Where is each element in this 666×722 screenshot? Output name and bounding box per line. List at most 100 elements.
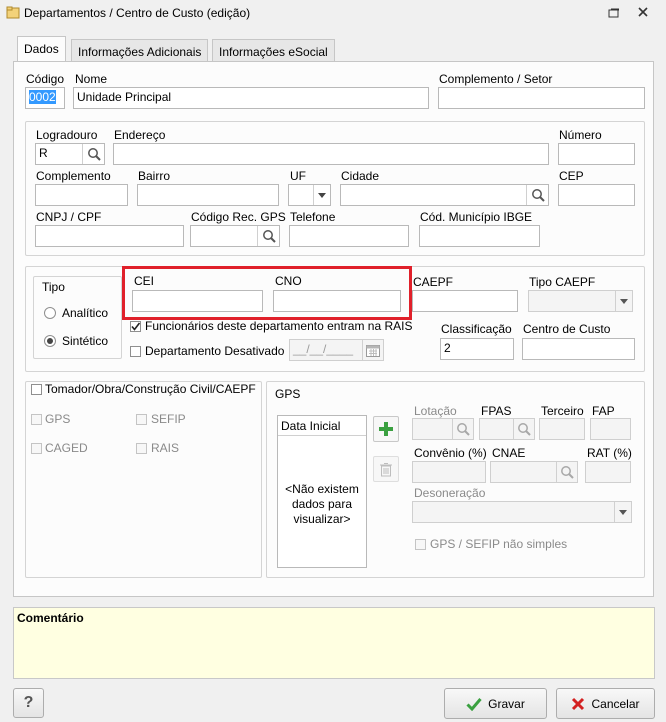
complemento-setor-label: Complemento / Setor xyxy=(439,72,553,86)
endereco-field[interactable] xyxy=(113,143,549,165)
sintetico-label: Sintético xyxy=(62,334,109,348)
terceiro-label: Terceiro xyxy=(541,404,584,418)
gps-sefip-nao-simples-label: GPS / SEFIP não simples xyxy=(430,537,568,551)
gps-list-header[interactable]: Data Inicial xyxy=(278,416,366,436)
search-icon xyxy=(531,189,545,202)
window-title: Departamentos / Centro de Custo (edição) xyxy=(24,6,251,20)
trash-icon xyxy=(380,462,392,476)
telefone-field[interactable] xyxy=(289,225,409,247)
codigo-field[interactable]: 0002 xyxy=(25,87,65,109)
codigo-rec-gps-search-button[interactable] xyxy=(257,226,279,246)
tab-dados[interactable]: Dados xyxy=(17,36,66,62)
tipo-caepf-label: Tipo CAEPF xyxy=(529,275,596,289)
radio-selected-dot xyxy=(47,338,53,344)
restore-icon[interactable] xyxy=(608,7,620,18)
add-button[interactable] xyxy=(373,416,399,442)
logradouro-search-button[interactable] xyxy=(82,144,104,164)
caged-option-label: CAGED xyxy=(45,441,88,455)
desoneracao-select[interactable] xyxy=(412,501,632,523)
app-icon xyxy=(6,6,20,19)
analitico-label: Analítico xyxy=(62,306,109,320)
gps-checkbox[interactable] xyxy=(31,414,42,425)
cidade-search-button[interactable] xyxy=(526,185,548,205)
centro-de-custo-field[interactable] xyxy=(522,338,635,360)
comentario-field[interactable]: Comentário xyxy=(13,607,655,679)
cod-municipio-ibge-label: Cód. Município IBGE xyxy=(420,210,533,224)
rat-field[interactable] xyxy=(585,461,631,483)
telefone-label: Telefone xyxy=(290,210,336,224)
classificacao-field[interactable]: 2 xyxy=(440,338,514,360)
close-icon[interactable] xyxy=(637,6,649,18)
cidade-field[interactable] xyxy=(340,184,549,206)
cnpj-cpf-field[interactable] xyxy=(35,225,184,247)
nome-field[interactable]: Unidade Principal xyxy=(73,87,429,109)
calendar-icon xyxy=(366,344,380,357)
delete-button[interactable] xyxy=(373,456,399,482)
gravar-button[interactable]: Gravar xyxy=(444,688,547,719)
fap-label: FAP xyxy=(592,404,615,418)
convenio-label: Convênio (%) xyxy=(414,446,487,460)
gps-option-label: GPS xyxy=(45,412,71,426)
desoneracao-dropdown-button[interactable] xyxy=(614,502,631,522)
search-icon xyxy=(262,230,276,243)
complemento-field[interactable] xyxy=(35,184,128,206)
rais-checkbox[interactable] xyxy=(136,443,147,454)
tab-informacoes-adicionais[interactable]: Informações Adicionais xyxy=(71,39,209,62)
gravar-label: Gravar xyxy=(488,696,525,711)
cep-field[interactable] xyxy=(558,184,635,206)
terceiro-field[interactable] xyxy=(539,418,585,440)
fap-field[interactable] xyxy=(590,418,631,440)
departamento-desativado-label: Departamento Desativado xyxy=(145,344,285,358)
tipo-caepf-dropdown-button[interactable] xyxy=(615,291,632,311)
caepf-field[interactable] xyxy=(412,290,518,312)
cep-label: CEP xyxy=(559,169,584,183)
fpas-label: FPAS xyxy=(481,404,512,418)
funcionarios-rais-checkbox[interactable] xyxy=(130,321,141,332)
chevron-down-icon xyxy=(620,298,628,304)
gps-list-empty-message: <Não existem dados para visualizar> xyxy=(285,482,359,526)
departamento-desativado-checkbox[interactable] xyxy=(130,346,141,357)
centro-de-custo-label: Centro de Custo xyxy=(523,322,611,336)
sintetico-radio[interactable] xyxy=(44,335,56,347)
cancelar-button[interactable]: Cancelar xyxy=(556,688,655,719)
gps-sefip-nao-simples-checkbox[interactable] xyxy=(415,539,426,550)
codigo-rec-gps-label: Código Rec. GPS xyxy=(191,210,286,224)
uf-dropdown-button[interactable] xyxy=(313,185,330,205)
sefip-option-label: SEFIP xyxy=(151,412,186,426)
cnae-label: CNAE xyxy=(492,446,526,460)
plus-icon xyxy=(379,422,393,436)
help-button[interactable]: ? xyxy=(13,688,44,718)
numero-field[interactable] xyxy=(558,143,635,165)
analitico-radio[interactable] xyxy=(44,307,56,319)
codigo-label: Código xyxy=(26,72,65,86)
cnae-search-button[interactable] xyxy=(556,462,577,482)
uf-label: UF xyxy=(290,169,306,183)
rais-option-label: RAIS xyxy=(151,441,180,455)
calendar-button[interactable] xyxy=(362,340,383,360)
caged-checkbox[interactable] xyxy=(31,443,42,454)
search-icon xyxy=(87,148,101,161)
sefip-checkbox[interactable] xyxy=(136,414,147,425)
search-icon xyxy=(518,423,531,436)
caepf-label: CAEPF xyxy=(413,275,454,289)
convenio-field[interactable] xyxy=(412,461,486,483)
cancel-x-icon xyxy=(572,697,585,710)
fpas-search-button[interactable] xyxy=(513,419,534,439)
lotacao-label: Lotação xyxy=(414,404,457,418)
comentario-label: Comentário xyxy=(17,611,84,625)
lotacao-search-button[interactable] xyxy=(452,419,473,439)
bairro-field[interactable] xyxy=(137,184,279,206)
complemento-setor-field[interactable] xyxy=(438,87,645,109)
tomador-group xyxy=(25,381,262,578)
complemento-label: Complemento xyxy=(36,169,111,183)
chevron-down-icon xyxy=(318,192,326,198)
gps-list[interactable]: Data Inicial <Não existem dados para vis… xyxy=(277,415,367,568)
nome-label: Nome xyxy=(75,72,108,86)
tomador-checkbox[interactable] xyxy=(31,384,42,395)
logradouro-label: Logradouro xyxy=(36,128,98,142)
tab-informacoes-esocial[interactable]: Informações eSocial xyxy=(212,39,335,62)
classificacao-label: Classificação xyxy=(441,322,512,336)
chevron-down-icon xyxy=(619,509,627,515)
cancelar-label: Cancelar xyxy=(591,696,640,711)
cod-municipio-ibge-field[interactable] xyxy=(419,225,540,247)
